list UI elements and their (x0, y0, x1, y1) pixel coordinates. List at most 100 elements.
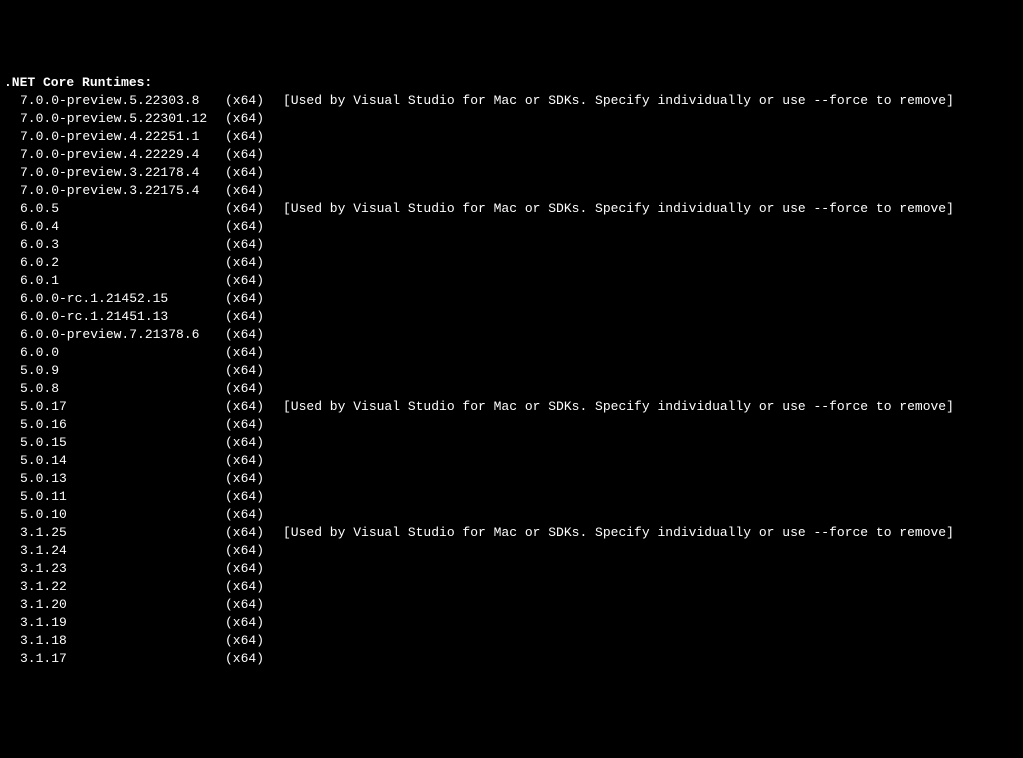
runtime-arch: (x64) (225, 182, 283, 200)
runtime-version: 5.0.17 (20, 398, 225, 416)
runtime-arch: (x64) (225, 128, 283, 146)
indent (4, 146, 20, 164)
runtime-row: 6.0.1(x64) (4, 272, 1019, 290)
runtime-version: 6.0.1 (20, 272, 225, 290)
runtime-row: 7.0.0-preview.3.22178.4(x64) (4, 164, 1019, 182)
indent (4, 398, 20, 416)
runtime-arch: (x64) (225, 110, 283, 128)
runtime-note (283, 182, 1019, 200)
indent (4, 128, 20, 146)
runtime-note (283, 614, 1019, 632)
runtime-version: 5.0.8 (20, 380, 225, 398)
runtime-row: 3.1.17(x64) (4, 650, 1019, 668)
runtime-version: 7.0.0-preview.4.22251.1 (20, 128, 225, 146)
runtime-row: 7.0.0-preview.5.22303.8(x64)[Used by Vis… (4, 92, 1019, 110)
runtime-row: 5.0.9(x64) (4, 362, 1019, 380)
runtime-arch: (x64) (225, 524, 283, 542)
runtime-note (283, 434, 1019, 452)
runtime-arch: (x64) (225, 254, 283, 272)
runtime-row: 7.0.0-preview.3.22175.4(x64) (4, 182, 1019, 200)
runtime-version: 6.0.0-rc.1.21451.13 (20, 308, 225, 326)
runtime-row: 7.0.0-preview.4.22229.4(x64) (4, 146, 1019, 164)
runtime-version: 6.0.0-preview.7.21378.6 (20, 326, 225, 344)
runtime-row: 3.1.18(x64) (4, 632, 1019, 650)
runtime-version: 6.0.3 (20, 236, 225, 254)
runtime-arch: (x64) (225, 578, 283, 596)
runtime-version: 3.1.20 (20, 596, 225, 614)
runtime-note (283, 416, 1019, 434)
indent (4, 326, 20, 344)
runtime-arch: (x64) (225, 470, 283, 488)
runtime-arch: (x64) (225, 200, 283, 218)
runtime-row: 5.0.15(x64) (4, 434, 1019, 452)
indent (4, 596, 20, 614)
runtime-version: 3.1.23 (20, 560, 225, 578)
runtime-note (283, 578, 1019, 596)
runtime-note (283, 236, 1019, 254)
runtime-note (283, 362, 1019, 380)
runtime-row: 5.0.17(x64)[Used by Visual Studio for Ma… (4, 398, 1019, 416)
runtime-row: 5.0.11(x64) (4, 488, 1019, 506)
runtime-row: 7.0.0-preview.5.22301.12(x64) (4, 110, 1019, 128)
runtime-row: 7.0.0-preview.4.22251.1(x64) (4, 128, 1019, 146)
runtime-version: 6.0.2 (20, 254, 225, 272)
runtime-arch: (x64) (225, 344, 283, 362)
runtime-row: 6.0.0-rc.1.21451.13(x64) (4, 308, 1019, 326)
runtime-arch: (x64) (225, 326, 283, 344)
runtime-note (283, 290, 1019, 308)
runtime-arch: (x64) (225, 308, 283, 326)
runtime-version: 3.1.25 (20, 524, 225, 542)
indent (4, 416, 20, 434)
indent (4, 164, 20, 182)
runtime-note (283, 344, 1019, 362)
runtime-arch: (x64) (225, 452, 283, 470)
indent (4, 344, 20, 362)
indent (4, 308, 20, 326)
runtime-row: 6.0.0-preview.7.21378.6(x64) (4, 326, 1019, 344)
runtime-version: 7.0.0-preview.3.22175.4 (20, 182, 225, 200)
runtime-note (283, 470, 1019, 488)
indent (4, 254, 20, 272)
indent (4, 182, 20, 200)
runtime-row: 5.0.16(x64) (4, 416, 1019, 434)
section-header: .NET Core Runtimes: (4, 74, 1019, 92)
runtime-row: 6.0.3(x64) (4, 236, 1019, 254)
runtime-arch: (x64) (225, 506, 283, 524)
runtime-arch: (x64) (225, 398, 283, 416)
runtime-note (283, 380, 1019, 398)
runtime-note (283, 596, 1019, 614)
runtime-version: 5.0.15 (20, 434, 225, 452)
indent (4, 236, 20, 254)
runtime-version: 6.0.4 (20, 218, 225, 236)
indent (4, 272, 20, 290)
runtime-version: 7.0.0-preview.5.22303.8 (20, 92, 225, 110)
runtime-arch: (x64) (225, 272, 283, 290)
runtime-row: 3.1.22(x64) (4, 578, 1019, 596)
runtime-row: 3.1.25(x64)[Used by Visual Studio for Ma… (4, 524, 1019, 542)
indent (4, 452, 20, 470)
runtime-row: 6.0.0-rc.1.21452.15(x64) (4, 290, 1019, 308)
runtime-arch: (x64) (225, 614, 283, 632)
runtime-arch: (x64) (225, 650, 283, 668)
runtime-version: 6.0.0 (20, 344, 225, 362)
runtime-note (283, 146, 1019, 164)
runtime-arch: (x64) (225, 146, 283, 164)
runtime-note: [Used by Visual Studio for Mac or SDKs. … (283, 524, 1019, 542)
indent (4, 470, 20, 488)
runtime-arch: (x64) (225, 542, 283, 560)
indent (4, 614, 20, 632)
indent (4, 200, 20, 218)
indent (4, 362, 20, 380)
runtime-note (283, 488, 1019, 506)
runtime-arch: (x64) (225, 416, 283, 434)
indent (4, 380, 20, 398)
runtime-row: 6.0.2(x64) (4, 254, 1019, 272)
runtime-version: 6.0.5 (20, 200, 225, 218)
runtime-version: 5.0.14 (20, 452, 225, 470)
indent (4, 542, 20, 560)
runtime-row: 6.0.5(x64)[Used by Visual Studio for Mac… (4, 200, 1019, 218)
indent (4, 110, 20, 128)
runtime-note (283, 560, 1019, 578)
indent (4, 632, 20, 650)
runtime-row: 6.0.4(x64) (4, 218, 1019, 236)
